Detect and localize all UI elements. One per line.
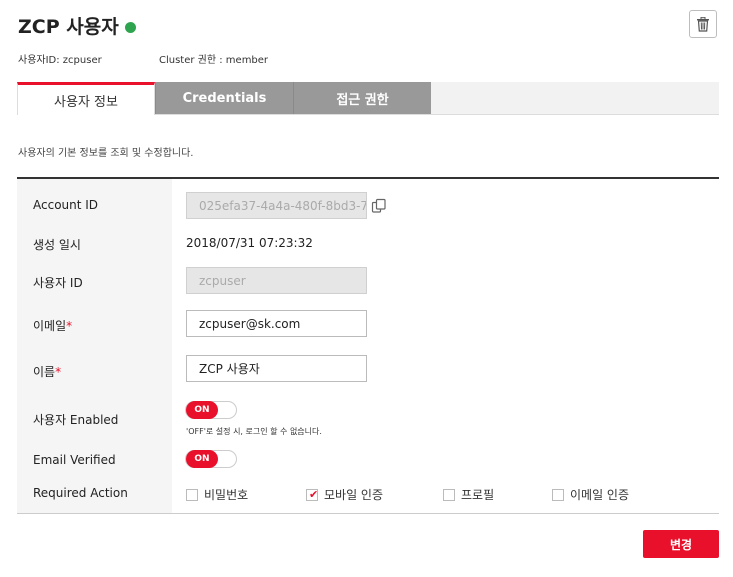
email-field[interactable]: zcpuser@sk.com [186, 310, 367, 337]
created-at-value: 2018/07/31 07:23:32 [186, 236, 313, 250]
delete-user-button[interactable] [689, 10, 717, 38]
account-id-label: Account ID [33, 198, 99, 212]
checkbox-box[interactable]: ✔ [306, 487, 319, 501]
checkbox-label: 비밀번호 [204, 488, 249, 502]
checkbox-box[interactable] [443, 488, 455, 501]
user-id-field[interactable]: zcpuser [186, 267, 367, 294]
name-label: 이름* [33, 363, 61, 380]
required-mark: * [55, 365, 62, 379]
created-at-label: 생성 일시 [33, 238, 81, 252]
checkmark-icon: ✔ [309, 487, 319, 501]
checkbox-label: 프로필 [461, 488, 495, 502]
action-email-auth-checkbox[interactable]: 이메일 인증 [552, 486, 629, 503]
required-mark: * [66, 319, 73, 333]
user-id-label: 사용자 ID [33, 276, 83, 290]
toggle-on-label: ON [186, 450, 218, 468]
email-label: 이메일* [33, 317, 72, 334]
user-id-meta: 사용자ID: zcpuser [18, 55, 102, 66]
checkbox-label: 이메일 인증 [570, 488, 630, 502]
page-title: ZCP 사용자 [18, 12, 136, 39]
checkbox-label: 모바일 인증 [324, 488, 384, 502]
cluster-role-meta: Cluster 권한 : member [159, 55, 269, 66]
toggle-on-label: ON [186, 401, 218, 419]
action-password-checkbox[interactable]: 비밀번호 [186, 486, 248, 503]
user-enabled-label: 사용자 Enabled [33, 413, 119, 427]
email-label-text: 이메일 [33, 319, 67, 333]
tab-user-info[interactable]: 사용자 정보 [17, 82, 155, 115]
email-verified-toggle[interactable]: ON [185, 450, 237, 468]
trash-icon [697, 16, 709, 32]
action-mobile-auth-checkbox[interactable]: ✔ 모바일 인증 [306, 486, 383, 503]
form-bottom-divider [17, 513, 719, 514]
action-profile-checkbox[interactable]: 프로필 [443, 486, 494, 503]
tab-credentials[interactable]: Credentials [155, 82, 293, 114]
status-indicator-icon [124, 21, 136, 33]
checkbox-box[interactable] [552, 488, 564, 501]
user-enabled-toggle[interactable]: ON [185, 401, 237, 419]
page-description: 사용자의 기본 정보를 조회 및 수정합니다. [18, 148, 194, 159]
email-verified-label: Email Verified [33, 453, 116, 467]
tab-access-rights[interactable]: 접근 권한 [293, 82, 431, 114]
name-label-text: 이름 [33, 365, 56, 379]
account-id-field[interactable]: 025efa37-4a4a-480f-8bd3-75c [186, 192, 367, 219]
required-action-label: Required Action [33, 486, 128, 500]
tab-bar: 사용자 정보 Credentials 접근 권한 [17, 82, 719, 115]
enabled-hint: 'OFF'로 설정 시, 로그인 할 수 없습니다. [186, 427, 322, 436]
checkbox-box[interactable] [186, 488, 198, 501]
copy-icon[interactable] [371, 198, 387, 214]
name-field[interactable]: ZCP 사용자 [186, 355, 367, 382]
submit-change-button[interactable]: 변경 [643, 530, 719, 558]
page-title-text: ZCP 사용자 [18, 16, 119, 38]
